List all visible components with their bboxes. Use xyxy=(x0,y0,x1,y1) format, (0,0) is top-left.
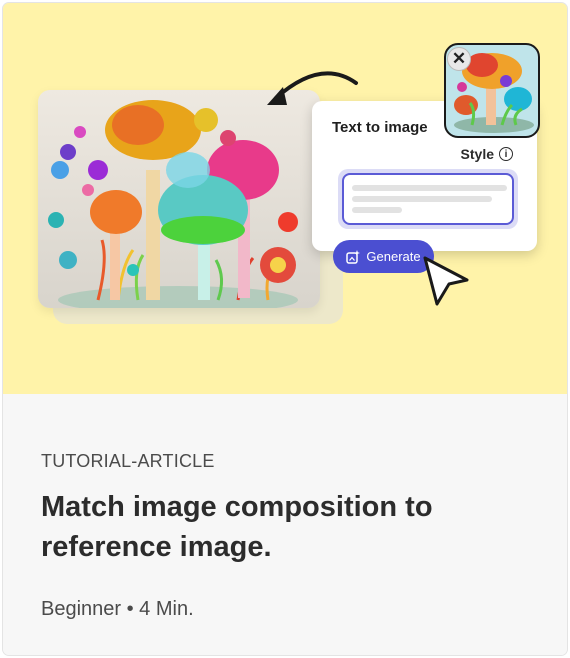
placeholder-line xyxy=(352,207,402,213)
close-icon: ✕ xyxy=(447,47,471,71)
placeholder-line xyxy=(352,196,492,202)
hero-illustration: Text to image Style i Generate ✕ xyxy=(3,3,567,394)
prompt-input xyxy=(342,173,514,225)
card-meta: Beginner • 4 Min. xyxy=(41,598,194,620)
cursor-icon xyxy=(423,256,469,306)
card-title[interactable]: Match image composition to reference ima… xyxy=(41,487,511,567)
placeholder-line xyxy=(352,185,507,191)
info-icon: i xyxy=(499,147,513,161)
prompt-field xyxy=(338,169,518,229)
generate-label: Generate xyxy=(366,249,421,264)
generate-icon xyxy=(346,249,361,264)
content-type-label: TUTORIAL-ARTICLE xyxy=(41,451,215,471)
panel-title: Text to image xyxy=(332,119,428,136)
tutorial-card[interactable]: Text to image Style i Generate ✕ TUTORIA… xyxy=(3,3,567,655)
main-artwork-stack xyxy=(38,90,343,330)
generate-button: Generate xyxy=(333,240,434,273)
mushroom-artwork-image xyxy=(38,90,320,308)
style-control: Style i xyxy=(461,146,513,162)
card-body: TUTORIAL-ARTICLE Match image composition… xyxy=(3,394,567,655)
style-label: Style xyxy=(460,146,494,162)
